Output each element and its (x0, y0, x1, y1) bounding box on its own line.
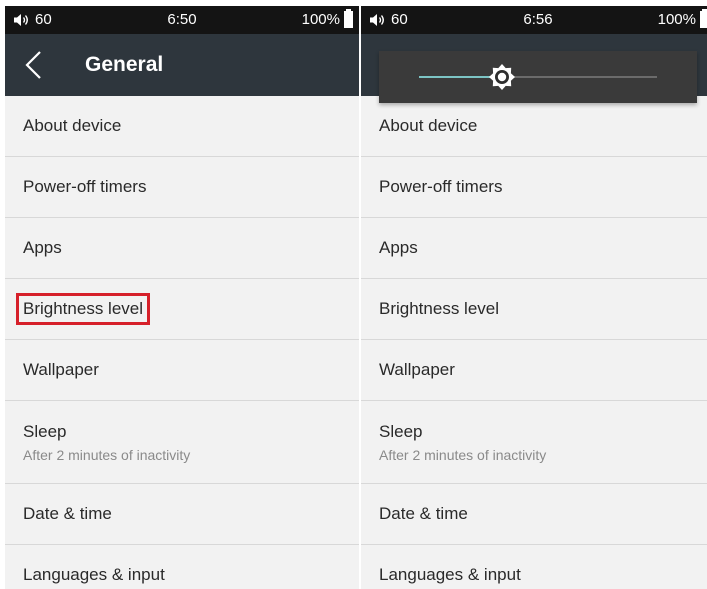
list-item-languages-input[interactable]: Languages & input (5, 545, 359, 589)
battery-icon (700, 8, 707, 28)
list-item-sleep[interactable]: Sleep After 2 minutes of inactivity (5, 401, 359, 484)
item-label: Apps (23, 238, 62, 257)
status-bar: 60 6:50 100% (5, 6, 359, 34)
back-arrow-icon[interactable] (23, 50, 45, 80)
list-item-power-off-timers[interactable]: Power-off timers (5, 157, 359, 218)
item-label: Brightness level (379, 299, 500, 318)
list-item-apps[interactable]: Apps (361, 218, 707, 279)
battery-percent: 100% (301, 11, 340, 28)
item-label: Sleep (23, 421, 67, 441)
item-label: Date & time (379, 504, 468, 523)
item-label: Power-off timers (23, 177, 147, 196)
app-bar: General (5, 34, 359, 96)
battery-percent: 100% (657, 11, 696, 28)
list-item-brightness-level[interactable]: Brightness level (361, 279, 707, 340)
item-label: Languages & input (23, 565, 165, 584)
list-item-wallpaper[interactable]: Wallpaper (5, 340, 359, 401)
battery-indicator: 100% (301, 8, 353, 28)
item-subtitle: After 2 minutes of inactivity (379, 446, 547, 463)
item-label: Languages & input (379, 565, 521, 584)
list-item-sleep[interactable]: Sleep After 2 minutes of inactivity (361, 401, 707, 484)
item-label: Wallpaper (23, 360, 99, 379)
list-item-date-time[interactable]: Date & time (5, 484, 359, 545)
item-label: Wallpaper (379, 360, 455, 379)
item-label: About device (379, 116, 478, 135)
brightness-icon[interactable] (488, 63, 516, 91)
item-label: Apps (379, 238, 418, 257)
page-title: General (85, 53, 164, 76)
settings-list: About device Power-off timers Apps Brigh… (5, 96, 359, 589)
list-item-apps[interactable]: Apps (5, 218, 359, 279)
settings-list: About device Power-off timers Apps Brigh… (361, 96, 707, 589)
list-item-power-off-timers[interactable]: Power-off timers (361, 157, 707, 218)
list-item-about-device[interactable]: About device (5, 96, 359, 157)
list-item-date-time[interactable]: Date & time (361, 484, 707, 545)
battery-indicator: 100% (657, 8, 707, 28)
list-item-brightness-level[interactable]: Brightness level (5, 279, 359, 340)
item-label: About device (23, 116, 122, 135)
list-item-about-device[interactable]: About device (361, 96, 707, 157)
item-label: Power-off timers (379, 177, 503, 196)
item-subtitle: After 2 minutes of inactivity (23, 446, 191, 463)
list-item-wallpaper[interactable]: Wallpaper (361, 340, 707, 401)
list-item-languages-input[interactable]: Languages & input (361, 545, 707, 589)
settings-screen-right: 60 6:56 100% About device Power-off time… (361, 6, 707, 589)
battery-icon (344, 8, 353, 28)
item-label: Sleep (379, 421, 423, 441)
item-label: Date & time (23, 504, 112, 523)
item-label-highlighted: Brightness level (16, 293, 151, 325)
brightness-popup (379, 51, 697, 103)
status-bar: 60 6:56 100% (361, 6, 707, 34)
settings-screen-left: 60 6:50 100% General About device Power-… (5, 6, 359, 589)
status-time: 6:56 (523, 11, 553, 28)
